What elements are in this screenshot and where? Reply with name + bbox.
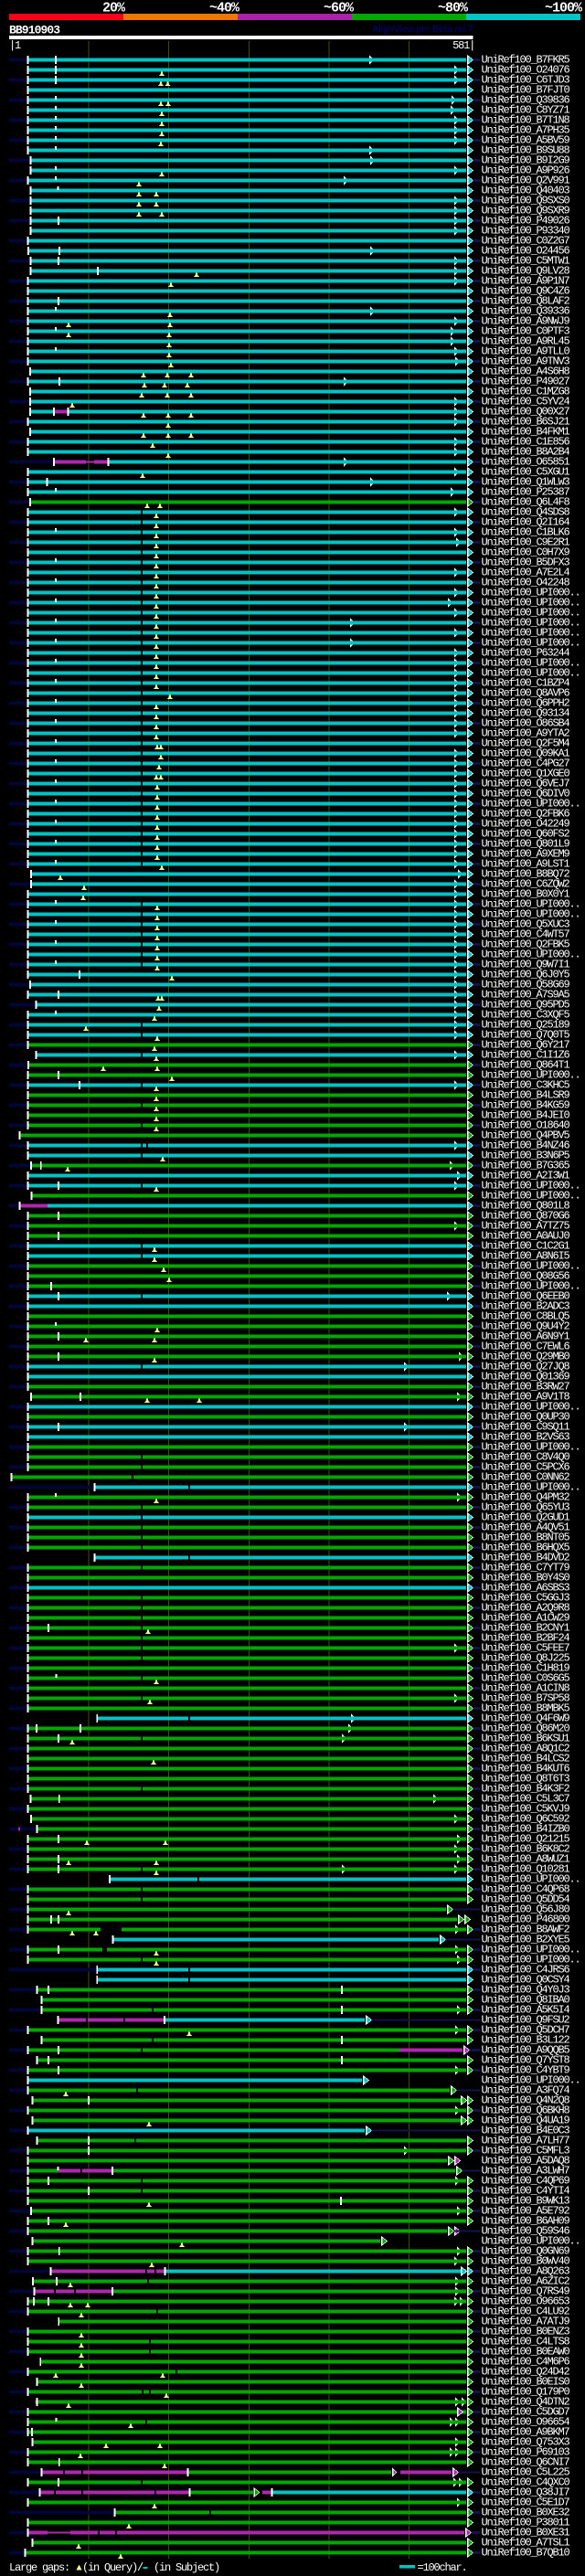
svg-text:~60%: ~60% [324,1,355,16]
svg-text:AlignView.pm Beta rel.7: AlignView.pm Beta rel.7 [372,24,473,35]
svg-text:581|: 581| [452,39,474,52]
svg-text:=100char.: =100char. [418,2561,467,2574]
svg-text:~40%: ~40% [209,1,240,16]
svg-text:UniRef100_B7QB10: UniRef100_B7QB10 [482,2547,570,2560]
svg-text:BB910903: BB910903 [9,24,60,37]
svg-text:|1: |1 [9,39,21,52]
svg-text:~100%: ~100% [545,1,583,16]
svg-text:Large gaps:: Large gaps: [9,2561,69,2574]
svg-text:~80%: ~80% [438,1,469,16]
svg-text:20%: 20% [102,1,126,16]
svg-text:(in Subject): (in Subject) [154,2561,219,2574]
svg-text:(in Query)/: (in Query)/ [82,2561,144,2574]
